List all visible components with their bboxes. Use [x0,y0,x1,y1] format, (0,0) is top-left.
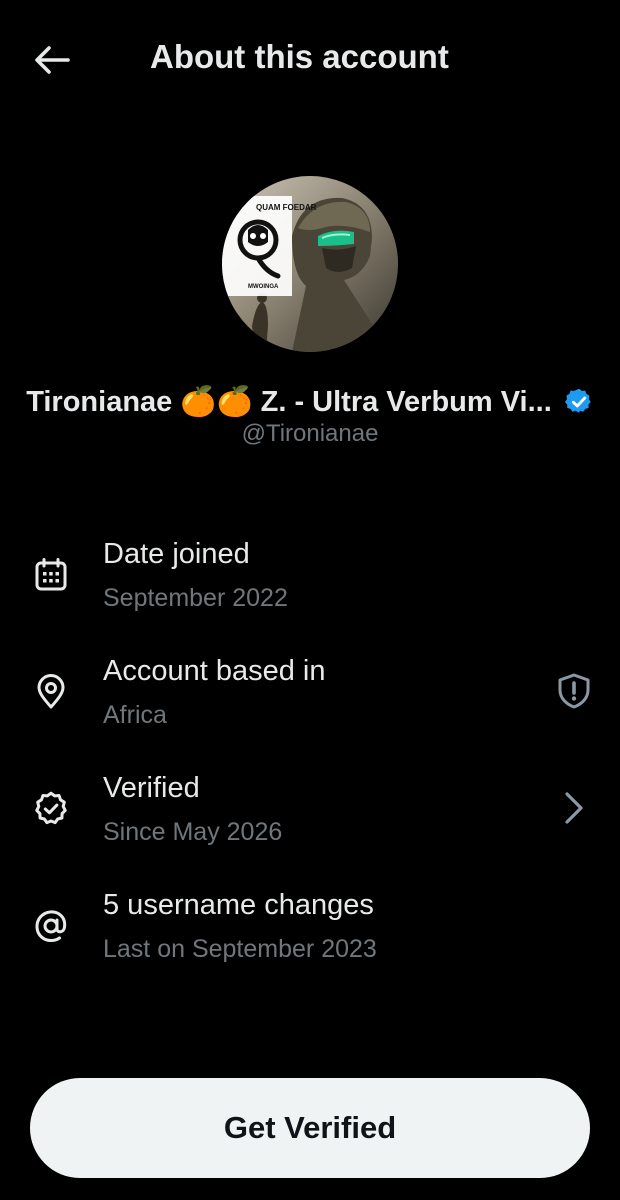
detail-row-username-changes: 5 username changes Last on September 202… [0,881,620,998]
calendar-icon [30,554,72,596]
get-verified-button[interactable]: Get Verified [30,1078,590,1178]
detail-row-account-based-in: Account based in Africa [0,647,620,764]
avatar-text-top: QUAM FOEDAR [256,203,317,212]
chevron-right-icon[interactable] [552,786,596,830]
display-name: Tironianae 🍊🍊 Z. - Ultra Verbum Vi... [26,386,552,418]
avatar[interactable]: QUAM FOEDAR MWOINGA [222,176,398,352]
detail-title: 5 username changes [103,889,374,921]
arrow-left-icon [35,46,70,74]
detail-subtitle: Since May 2026 [103,818,283,846]
header-bar: About this account [0,0,620,120]
back-button[interactable] [30,38,74,82]
detail-subtitle: Africa [103,701,167,729]
verified-check-icon [30,788,72,830]
detail-subtitle: September 2022 [103,584,288,612]
detail-subtitle: Last on September 2023 [103,935,377,963]
detail-title: Verified [103,772,200,804]
detail-row-date-joined: Date joined September 2022 [0,530,620,647]
profile-handle: @Tironianae [241,420,379,447]
display-name-row: Tironianae 🍊🍊 Z. - Ultra Verbum Vi... [0,380,620,424]
account-details-list: Date joined September 2022 Account based… [0,530,620,998]
detail-title: Date joined [103,538,250,570]
detail-title: Account based in [103,655,326,687]
avatar-image: QUAM FOEDAR MWOINGA [222,176,398,352]
shield-alert-icon[interactable] [552,669,596,713]
detail-row-verified[interactable]: Verified Since May 2026 [0,764,620,881]
page-title: About this account [150,38,449,75]
avatar-text-bottom: MWOINGA [248,284,279,290]
at-sign-icon [30,905,72,947]
location-pin-icon [30,671,72,713]
verified-badge-icon [564,387,594,417]
